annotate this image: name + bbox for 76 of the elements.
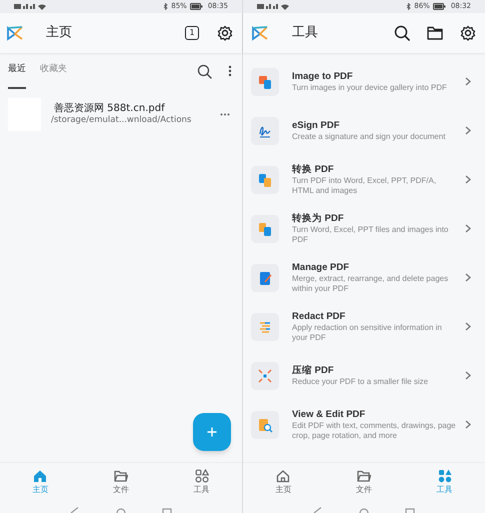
tool-title: 转换 PDF	[292, 164, 335, 176]
image-to-pdf-icon	[257, 74, 273, 90]
more-icon[interactable]	[228, 65, 232, 77]
nav-tab[interactable]: 工具	[161, 463, 242, 500]
app-logo-icon	[6, 25, 24, 41]
home-icon	[33, 469, 48, 483]
back-icon[interactable]	[313, 507, 323, 513]
back-icon[interactable]	[70, 507, 80, 513]
tool-row[interactable]: 转换 PDF Turn PDF into Word, Excel, PPT, PDF/A, HTML and images	[243, 155, 485, 204]
tool-row[interactable]: Redact PDF Apply redaction on sensitive information in your PDF	[243, 302, 485, 351]
battery-icon	[432, 3, 446, 10]
folder-icon	[357, 469, 371, 483]
screen-title: 主页	[46, 24, 73, 42]
home-icon	[276, 469, 290, 483]
folder-icon	[114, 469, 128, 483]
tool-title: Manage PDF	[292, 262, 350, 274]
chevron-right-icon	[465, 371, 471, 380]
tab[interactable]: 最近	[8, 53, 26, 89]
convert-from-pdf-icon	[257, 172, 273, 188]
tool-row[interactable]: 压缩 PDF Reduce your PDF to a smaller file size	[243, 351, 485, 400]
settings-icon[interactable]	[460, 25, 476, 41]
chevron-right-icon	[465, 126, 471, 135]
document-search-icon	[257, 416, 273, 432]
tool-row[interactable]: Image to PDF Turn images in your device gallery into PDF	[243, 57, 485, 106]
tool-row[interactable]: View & Edit PDF Edit PDF with text, comments, drawings, page crop, page rotation, and more	[243, 400, 485, 449]
tool-title: eSign PDF	[292, 120, 341, 132]
chevron-right-icon	[465, 77, 471, 86]
search-icon[interactable]	[394, 25, 410, 41]
battery-icon	[190, 3, 203, 10]
shapes-icon	[194, 469, 209, 483]
nav-tab[interactable]: 文件	[324, 463, 404, 500]
home-button-icon[interactable]	[116, 508, 126, 513]
file-name: 善恶资源网 588t.cn.pdf	[53, 102, 166, 115]
nav-tab[interactable]: 主页	[243, 463, 324, 500]
home-button-icon[interactable]	[359, 508, 369, 513]
recents-icon[interactable]	[405, 508, 415, 513]
recents-icon[interactable]	[162, 508, 172, 513]
folder-icon[interactable]	[427, 26, 443, 40]
tool-description: Turn images in your device gallery into PDF	[292, 82, 448, 92]
tool-description: Turn PDF into Word, Excel, PPT, PDF/A, HTML and images	[292, 176, 438, 195]
tool-description: Apply redaction on sensitive information in your PDF	[292, 323, 443, 342]
compress-icon	[257, 368, 273, 384]
tool-description: Reduce your PDF to a smaller file size	[292, 376, 430, 386]
chevron-right-icon	[465, 224, 471, 233]
tool-title: Image to PDF	[292, 70, 354, 83]
convert-to-pdf-icon	[257, 220, 273, 236]
tool-row[interactable]: eSign PDF Create a signature and sign your document	[243, 106, 485, 155]
tool-description: Turn Word, Excel, PPT files and images into PDF	[292, 225, 450, 244]
tool-description: Create a signature and sign your document	[292, 132, 446, 142]
plus-icon	[207, 427, 217, 437]
document-edit-icon	[257, 270, 273, 286]
tool-title: 压缩 PDF	[292, 364, 335, 377]
tool-row[interactable]: 转换为 PDF Turn Word, Excel, PPT files and images into PDF	[243, 204, 485, 253]
bluetooth-icon	[163, 3, 168, 10]
tab-count-button[interactable]: 1	[185, 26, 199, 40]
file-path: /storage/emulat...wnload/Actions	[51, 115, 192, 126]
file-row[interactable]: 善恶资源网 588t.cn.pdf /storage/emulat...wnload/Actions	[0, 96, 242, 132]
search-icon[interactable]	[197, 64, 212, 78]
shapes-icon	[438, 469, 452, 483]
chevron-right-icon	[465, 175, 471, 184]
chevron-right-icon	[465, 322, 471, 331]
settings-icon[interactable]	[217, 25, 233, 41]
chevron-right-icon	[465, 420, 471, 429]
tool-title: 转换为 PDF	[292, 213, 345, 225]
app-logo-icon	[251, 25, 269, 41]
more-icon[interactable]	[220, 112, 230, 116]
nav-tab[interactable]: 文件	[80, 463, 162, 500]
tool-row[interactable]: Manage PDF Merge, extract, rearrange, and delete pages within your PDF	[243, 253, 485, 302]
chevron-right-icon	[465, 273, 471, 282]
tool-description: Merge, extract, rearrange, and delete pages within your PDF	[292, 274, 450, 293]
tool-description: Edit PDF with text, comments, drawings, page crop, page rotation, and more	[292, 421, 457, 440]
add-button[interactable]	[193, 413, 231, 451]
screen-title: 工具	[292, 24, 319, 42]
bluetooth-icon	[406, 3, 412, 10]
tool-title: Redact PDF	[292, 311, 346, 323]
tool-title: View & Edit PDF	[292, 409, 366, 421]
